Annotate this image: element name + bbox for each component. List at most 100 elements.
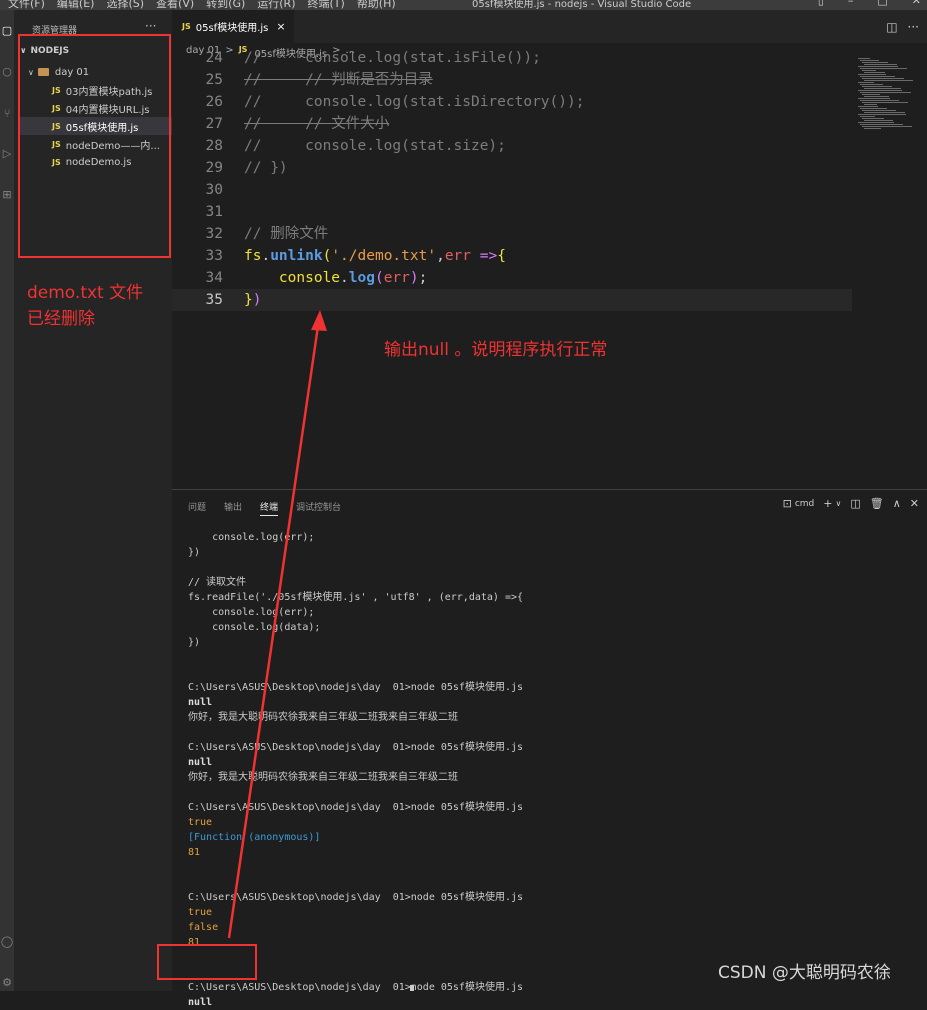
close-window-button[interactable]: ✕	[912, 0, 921, 7]
minimap-line	[858, 74, 886, 75]
more-actions-button[interactable]: ···	[145, 19, 156, 33]
tab-05sf[interactable]: JS 05sf模块使用.js ×	[172, 10, 294, 43]
minimap-line	[860, 100, 899, 101]
code-line[interactable]: 33 fs.unlink('./demo.txt',err =>{	[172, 245, 852, 267]
line-number: 28	[205, 138, 223, 154]
run-debug-icon[interactable]: ▷	[0, 147, 14, 161]
code-line[interactable]: 29 // })	[172, 157, 852, 179]
code-line[interactable]: 24 // console.log(stat.isFile());	[172, 47, 852, 69]
terminal-line: 你好，我是大聪明码农徐我来自三年级二班我来自三年级二班	[188, 772, 458, 783]
activity-bar: ▢ ○ ⑂ ▷ ⊞ ◯ ⚙	[0, 10, 14, 991]
minimap-line	[864, 112, 905, 113]
terminal-line: true	[188, 817, 213, 828]
split-editor-icon[interactable]: ◫	[886, 20, 897, 34]
minimap-line	[860, 124, 903, 125]
more-icon[interactable]: ···	[908, 20, 919, 34]
terminal-line: C:\Users\ASUS\Desktop\nodejs\day 01>node…	[188, 892, 524, 903]
terminal-line: })	[188, 637, 201, 648]
maximize-button[interactable]: □	[877, 0, 887, 7]
split-terminal-icon[interactable]: ◫	[850, 497, 860, 510]
terminal-icon: ⊡	[782, 497, 792, 510]
menu-item[interactable]: 运行(R)	[257, 0, 295, 10]
annotation-deleted-line2: 已经删除	[27, 309, 95, 329]
minimap[interactable]	[856, 58, 926, 138]
maximize-panel-icon[interactable]: ∧	[893, 497, 901, 510]
minimap-line	[858, 90, 902, 91]
code-line[interactable]: 25 // // 判断是否为目录	[172, 69, 852, 91]
menu-item[interactable]: 终端(T)	[308, 0, 345, 10]
minimap-line	[864, 104, 877, 105]
line-number: 24	[205, 50, 223, 66]
terminal-line: null	[188, 997, 213, 1008]
annotation-deleted-line1: demo.txt 文件	[27, 283, 144, 303]
terminal-line: [Function (anonymous)]	[188, 832, 321, 843]
shell-label[interactable]: cmd	[795, 499, 814, 509]
editor-tab-bar: JS 05sf模块使用.js × ◫ ···	[172, 10, 927, 43]
terminal-line: console.log(data);	[188, 622, 321, 633]
minimap-line	[858, 58, 870, 59]
panel-actions: ⊡ cmd + ∨ ◫ 🗑 ∧ ✕	[783, 497, 919, 510]
terminal-line: console.log(err);	[188, 607, 315, 618]
menu-bar: 文件(F) 编辑(E) 选择(S) 查看(V) 转到(G) 运行(R) 终端(T) 帮助(H)	[8, 0, 396, 10]
close-tab-icon[interactable]: ×	[276, 20, 285, 33]
source-control-icon[interactable]: ⑂	[0, 107, 14, 121]
minimize-button[interactable]: –	[848, 0, 854, 7]
window-title: 05sf模块使用.js - nodejs - Visual Studio Cod…	[472, 0, 692, 10]
editor-actions: ◫ ···	[886, 20, 919, 34]
minimap-line	[858, 82, 874, 83]
menu-item[interactable]: 转到(G)	[206, 0, 245, 10]
settings-gear-icon[interactable]: ⚙	[0, 976, 14, 990]
line-number: 35	[205, 292, 223, 308]
menu-item[interactable]: 编辑(E)	[57, 0, 95, 10]
code-line[interactable]: 32 // 删除文件	[172, 223, 852, 245]
panel-tab[interactable]: 调试控制台	[296, 500, 341, 516]
line-number: 33	[205, 248, 223, 264]
minimap-line	[858, 114, 906, 115]
code-line[interactable]: 26 // console.log(stat.isDirectory());	[172, 91, 852, 113]
line-number: 31	[205, 204, 223, 220]
extensions-icon[interactable]: ⊞	[0, 188, 14, 202]
menu-item[interactable]: 文件(F)	[8, 0, 45, 10]
close-panel-icon[interactable]: ✕	[910, 497, 919, 510]
menu-item[interactable]: 选择(S)	[106, 0, 144, 10]
minimap-line	[860, 116, 875, 117]
trash-icon[interactable]: 🗑	[870, 497, 884, 510]
minimap-line	[862, 118, 884, 119]
new-terminal-button[interactable]: +	[823, 497, 832, 510]
code-text: // 删除文件	[244, 226, 329, 242]
account-icon[interactable]: ◯	[0, 935, 14, 949]
minimap-line	[862, 86, 892, 87]
code-text: // // 判断是否为目录	[244, 72, 433, 88]
panel-tab[interactable]: 终端	[260, 500, 279, 516]
watermark: CSDN @大聪明码农徐	[718, 963, 891, 983]
code-line[interactable]: 31	[172, 201, 852, 223]
code-line[interactable]: 27 // // 文件大小	[172, 113, 852, 135]
code-line[interactable]: 28 // console.log(stat.size);	[172, 135, 852, 157]
menu-item[interactable]: 查看(V)	[156, 0, 194, 10]
code-text: fs.unlink('./demo.txt',err =>{	[244, 248, 506, 264]
menu-item[interactable]: 帮助(H)	[357, 0, 396, 10]
terminal-output[interactable]: console.log(err);}) // 读取文件 fs.readFile('.…	[188, 530, 523, 1010]
title-bar: 文件(F) 编辑(E) 选择(S) 查看(V) 转到(G) 运行(R) 终端(T) 帮助(H)…	[0, 0, 927, 10]
panel-tab[interactable]: 问题	[188, 500, 206, 516]
minimap-line	[862, 78, 904, 79]
explorer-icon[interactable]: ▢	[0, 24, 14, 38]
chevron-down-icon[interactable]: ∨	[835, 499, 841, 508]
code-line[interactable]: 34 console.log(err);	[172, 267, 852, 289]
terminal-line: null	[188, 697, 213, 708]
terminal-line: null	[188, 757, 213, 768]
line-number: 25	[205, 72, 223, 88]
code-line[interactable]: 30	[172, 179, 852, 201]
terminal-cursor	[410, 985, 414, 991]
search-icon[interactable]: ○	[0, 65, 14, 79]
terminal-line: C:\Users\ASUS\Desktop\nodejs\day 01>node…	[188, 742, 524, 753]
code-line[interactable]: 35})	[172, 289, 852, 311]
annotation-output-note: 输出null 。说明程序执行正常	[384, 340, 608, 360]
panel-tab[interactable]: 输出	[224, 500, 242, 516]
minimap-line	[862, 110, 896, 111]
code-text: // console.log(stat.isFile());	[244, 50, 541, 66]
layout-icon[interactable]: ▯	[818, 0, 824, 7]
